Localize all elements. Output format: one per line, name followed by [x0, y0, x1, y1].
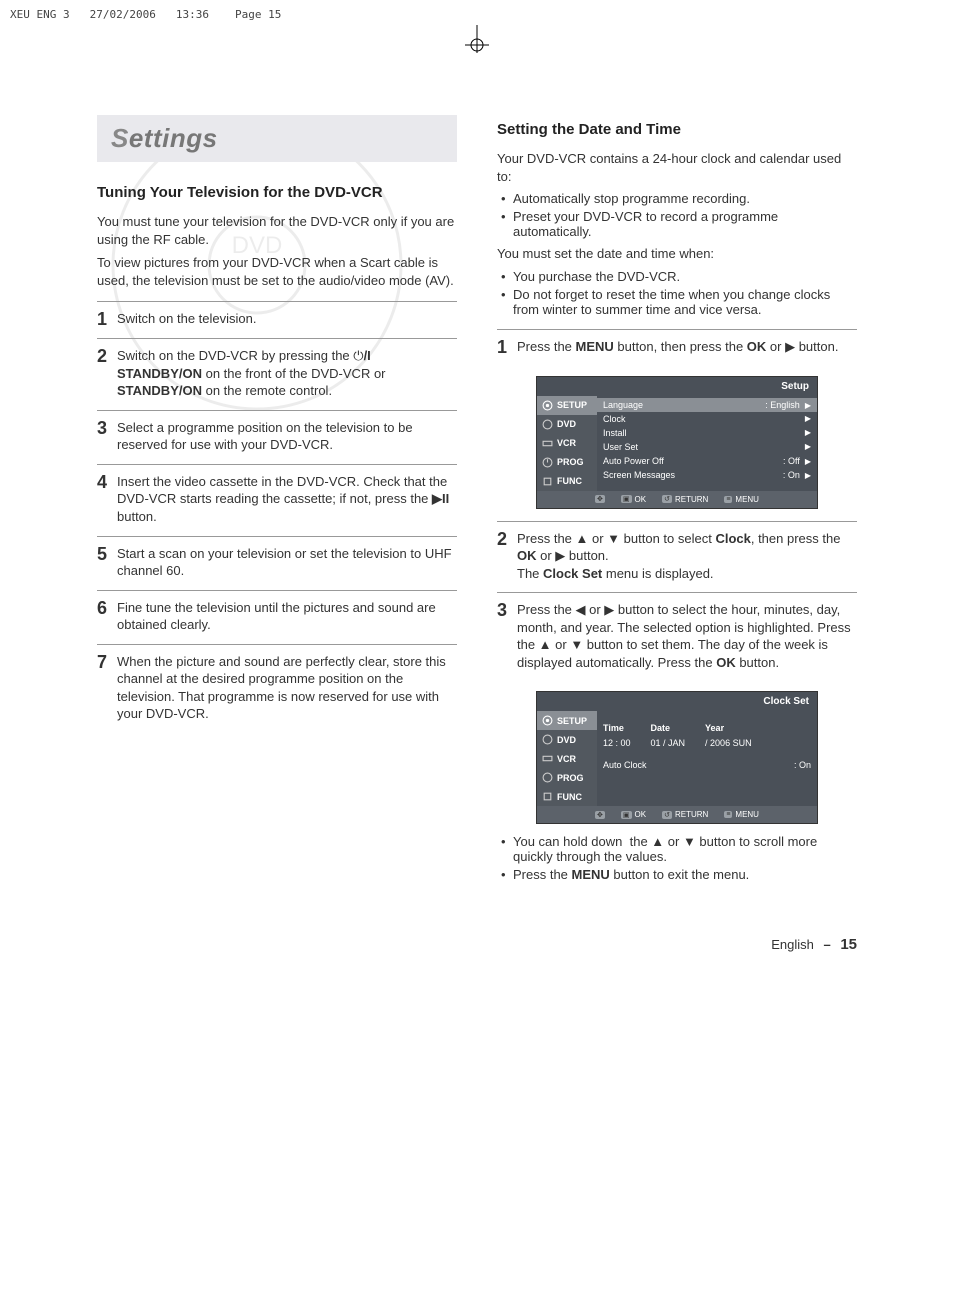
intro-bullet-1: Automatically stop programme recording.: [501, 191, 857, 206]
section-title-tuning: Tuning Your Television for the DVD-VCR: [97, 184, 457, 201]
disc-icon: [542, 734, 553, 745]
datetime-step-3: Press the ◀ or ▶ button to select the ho…: [517, 601, 857, 671]
tuning-steps: 1Switch on the television. 2Switch on th…: [97, 301, 457, 733]
cassette-icon: [542, 753, 553, 764]
osd-side-dvd: DVD: [537, 415, 597, 434]
tuning-step-1: Switch on the television.: [117, 310, 457, 328]
datetime-step2-wrap: 2Press the ▲ or ▼ button to select Clock…: [497, 521, 857, 682]
osd-setup-title: Setup: [537, 377, 817, 396]
tuning-step-7: When the picture and sound are perfectly…: [117, 653, 457, 723]
must-set-line: You must set the date and time when:: [497, 245, 857, 263]
datetime-intro-bullets: Automatically stop programme recording. …: [501, 191, 857, 239]
osd-side-vcr: VCR: [537, 434, 597, 453]
tuning-step-3: Select a programme position on the telev…: [117, 419, 457, 454]
print-file: XEU ENG 3: [10, 8, 70, 21]
osd-clock-title: Clock Set: [537, 692, 817, 711]
tuning-step-6: Fine tune the television until the pictu…: [117, 599, 457, 634]
osd-side-func: FUNC: [537, 787, 597, 806]
page-body: DVD Settings Tuning Your Television for …: [57, 75, 897, 973]
gear-icon: [542, 715, 553, 726]
page-footer: English – 15: [97, 936, 857, 953]
tuning-intro-1: You must tune your television for the DV…: [97, 213, 457, 248]
settings-heading: Settings: [97, 115, 457, 162]
print-date: 27/02/2006: [90, 8, 156, 21]
tools-icon: [542, 791, 553, 802]
disc-icon: [542, 419, 553, 430]
datetime-notes: You can hold down the ▲ or ▼ button to s…: [501, 834, 857, 882]
tuning-step-4: Insert the video cassette in the DVD-VCR…: [117, 473, 457, 526]
tools-icon: [542, 476, 553, 487]
gear-icon: [542, 400, 553, 411]
nav-dpad-icon: ✥: [595, 495, 605, 503]
note-2: Press the MENU button to exit the menu.: [501, 867, 857, 882]
tuning-step-2: Switch on the DVD-VCR by pressing the ⏻/…: [117, 347, 457, 400]
intro-bullet-2: Preset your DVD-VCR to record a programm…: [501, 209, 857, 239]
osd-setup: Setup SETUP DVD VCR PROG FUNC Language: …: [536, 376, 818, 509]
osd-clock-footer: ✥ ▣ OK ↺ RETURN ≡ MENU: [537, 806, 817, 823]
osd-side-vcr: VCR: [537, 749, 597, 768]
osd-setup-footer: ✥ ▣ OK ↺ RETURN ≡ MENU: [537, 491, 817, 508]
osd-side-prog: PROG: [537, 453, 597, 472]
osd-clock-main: Time12 : 00 Date01 / JAN Year/ 2006 SUN …: [597, 711, 817, 806]
clock-icon: [542, 772, 553, 783]
datetime-intro: Your DVD-VCR contains a 24-hour clock an…: [497, 150, 857, 185]
must-set-bullet-2: Do not forget to reset the time when you…: [501, 287, 857, 317]
clock-icon: [542, 457, 553, 468]
osd-side-prog: PROG: [537, 768, 597, 787]
must-set-bullets: You purchase the DVD-VCR. Do not forget …: [501, 269, 857, 317]
footer-page-num: 15: [840, 936, 857, 953]
settings-heading-text: ettings: [129, 123, 218, 153]
tuning-step-5: Start a scan on your television or set t…: [117, 545, 457, 580]
print-time: 13:36: [176, 8, 209, 21]
must-set-bullet-1: You purchase the DVD-VCR.: [501, 269, 857, 284]
osd-side-setup: SETUP: [537, 396, 597, 415]
osd-clock-sidebar: SETUP DVD VCR PROG FUNC: [537, 711, 597, 806]
cassette-icon: [542, 438, 553, 449]
crop-mark-icon: [0, 25, 954, 55]
osd-setup-rows: Language: English ▶ Clock▶ Install▶ User…: [597, 396, 817, 491]
osd-setup-sidebar: SETUP DVD VCR PROG FUNC: [537, 396, 597, 491]
datetime-step-2: Press the ▲ or ▼ button to select Clock,…: [517, 530, 857, 583]
footer-dash: –: [823, 937, 830, 952]
osd-clock: Clock Set SETUP DVD VCR PROG FUNC Time12…: [536, 691, 818, 824]
datetime-steps: 1Press the MENU button, then press the O…: [497, 329, 857, 366]
osd-side-setup: SETUP: [537, 711, 597, 730]
right-column: Setting the Date and Time Your DVD-VCR c…: [497, 115, 857, 886]
osd-side-dvd: DVD: [537, 730, 597, 749]
footer-lang: English: [771, 937, 814, 952]
datetime-step-1: Press the MENU button, then press the OK…: [517, 338, 857, 356]
nav-dpad-icon: ✥: [595, 811, 605, 819]
osd-side-func: FUNC: [537, 472, 597, 491]
print-page: Page 15: [235, 8, 281, 21]
tuning-intro-2: To view pictures from your DVD-VCR when …: [97, 254, 457, 289]
note-1: You can hold down the ▲ or ▼ button to s…: [501, 834, 857, 864]
left-column: Settings Tuning Your Television for the …: [97, 115, 457, 886]
section-title-datetime: Setting the Date and Time: [497, 121, 857, 138]
